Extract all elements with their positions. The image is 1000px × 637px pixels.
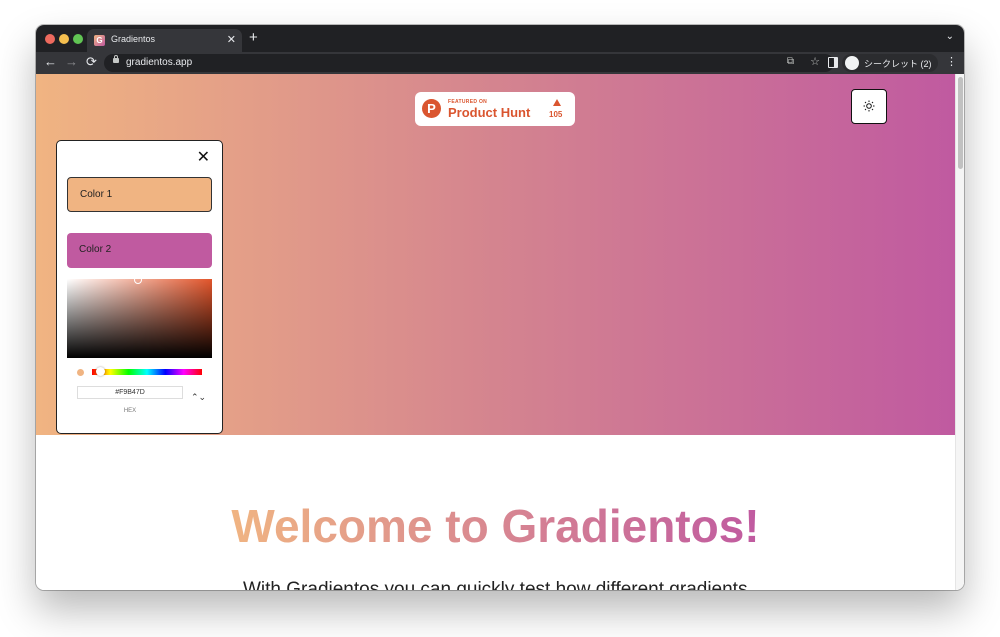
hue-slider-thumb[interactable] [96, 367, 105, 376]
incognito-profile-button[interactable]: シークレット (2) [842, 54, 938, 72]
forward-button[interactable]: → [65, 54, 78, 69]
address-bar[interactable]: gradientos.app ⧉ ☆ [104, 54, 834, 72]
product-hunt-badge[interactable]: P FEATURED ON Product Hunt 105 [415, 92, 575, 126]
tab-search-button[interactable]: ⌄ [946, 31, 954, 42]
new-tab-button[interactable]: + [249, 29, 258, 46]
color-2-button[interactable]: Color 2 [67, 233, 212, 268]
tab-close-icon[interactable]: ✕ [227, 33, 236, 46]
hue-slider[interactable] [92, 367, 202, 376]
close-window-button[interactable] [45, 34, 55, 44]
color-2-label: Color 2 [79, 244, 112, 255]
tab-bar: G Gradientos ✕ + ⌄ [36, 25, 964, 52]
page-title: Welcome to Gradientos! [36, 499, 955, 553]
browser-toolbar: ← → ⟳ gradientos.app ⧉ ☆ シークレット (2) ⋮ [36, 52, 964, 74]
sun-icon [863, 100, 875, 112]
intro-text: With Gradientos you can quickly test how… [243, 579, 748, 590]
page-viewport: P FEATURED ON Product Hunt 105 ✕ Color 1… [36, 74, 964, 590]
close-picker-icon[interactable]: ✕ [197, 150, 210, 166]
back-button[interactable]: ← [44, 54, 57, 69]
incognito-icon [845, 56, 859, 70]
browser-menu-icon[interactable]: ⋮ [946, 55, 957, 68]
product-hunt-logo-icon: P [422, 99, 441, 118]
side-panel-icon[interactable] [828, 57, 838, 68]
favicon-icon: G [94, 35, 105, 46]
product-hunt-name: Product Hunt [448, 105, 531, 120]
browser-window: G Gradientos ✕ + ⌄ ← → ⟳ gradientos.app … [36, 25, 964, 590]
url-text[interactable]: gradientos.app [126, 57, 192, 68]
color-picker-panel: ✕ Color 1 Color 2 HEX ⌃⌄ [56, 140, 223, 434]
saturation-picker[interactable] [67, 276, 212, 358]
translate-icon[interactable]: ⧉ [787, 56, 794, 67]
profile-label: シークレット (2) [864, 59, 932, 69]
hex-input[interactable] [77, 386, 183, 399]
upvote-arrow-icon [553, 99, 561, 106]
upvote-count: 105 [549, 110, 563, 119]
saturation-cursor[interactable] [134, 276, 142, 284]
reload-button[interactable]: ⟳ [86, 54, 97, 70]
minimize-window-button[interactable] [59, 34, 69, 44]
lock-icon [113, 55, 119, 63]
color-1-label: Color 1 [80, 189, 113, 200]
tab-title: Gradientos [111, 34, 156, 44]
scrollbar-thumb[interactable] [958, 77, 963, 169]
page-title-text: Welcome to Gradientos! [231, 500, 760, 552]
theme-toggle-button[interactable] [851, 89, 887, 124]
format-toggle-icon[interactable]: ⌃⌄ [191, 393, 206, 402]
current-color-preview [77, 369, 84, 376]
gradient-preview: P FEATURED ON Product Hunt 105 ✕ Color 1… [36, 74, 955, 435]
hex-label: HEX [123, 408, 137, 414]
maximize-window-button[interactable] [73, 34, 83, 44]
vertical-scrollbar[interactable] [955, 74, 964, 590]
tab-gradientos[interactable]: G Gradientos ✕ [87, 29, 242, 52]
color-1-button[interactable]: Color 1 [67, 177, 212, 212]
bookmark-star-icon[interactable]: ☆ [810, 55, 820, 68]
